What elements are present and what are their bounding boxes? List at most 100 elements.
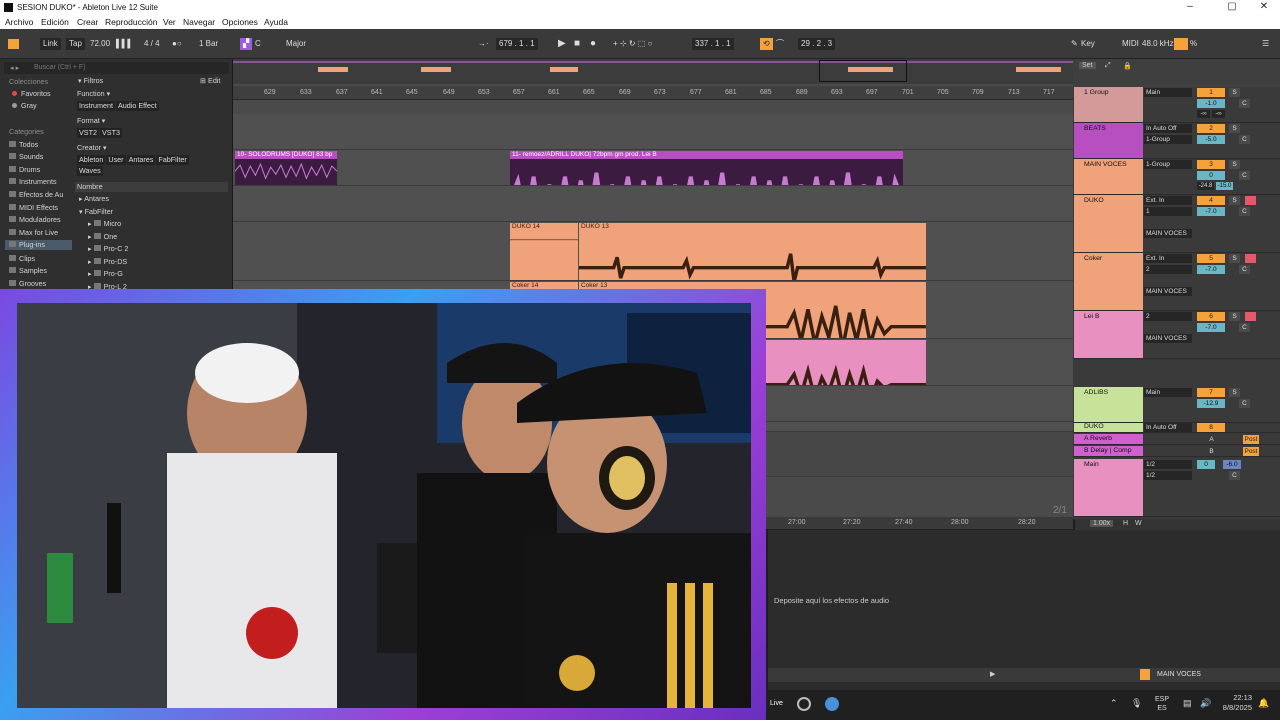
draw-mode-icon[interactable]: ✎ — [1071, 38, 1078, 50]
solo-button[interactable]: S — [1229, 254, 1240, 263]
category-instruments[interactable]: Instruments — [9, 177, 57, 187]
follow-icon[interactable]: →· — [478, 38, 489, 50]
loop-start-field[interactable]: 337 . 1 . 1 — [692, 38, 734, 50]
master-volume[interactable]: 0 — [1197, 460, 1215, 469]
track-name[interactable]: DUKO — [1074, 423, 1143, 432]
tree-antares[interactable]: ▸ Antares — [79, 194, 109, 204]
master-out-select[interactable]: 1/2 — [1144, 471, 1192, 480]
category-todos[interactable]: Todos — [9, 140, 38, 150]
maximize-icon[interactable]: ▢ — [1222, 1, 1242, 12]
output-select[interactable]: Main — [1144, 388, 1192, 397]
mixer-track-lei-b[interactable]: Lei B 2 MAIN VOCES 6 S -7.0 C — [1073, 311, 1280, 359]
mixer-track-1-group[interactable]: 1 Group Main 1 S -1.0 C -∞ -∞ — [1073, 87, 1280, 123]
mixer-return-b[interactable]: B Delay | Comp B Post — [1073, 446, 1280, 457]
tag-ableton[interactable]: Ableton — [77, 155, 106, 165]
clip-duko-14[interactable]: DUKO 14 — [510, 223, 578, 280]
solo-button[interactable]: S — [1229, 124, 1240, 133]
pan-field[interactable]: C — [1239, 135, 1250, 144]
track-activator[interactable]: 1 — [1197, 88, 1225, 97]
overview-strip[interactable] — [233, 59, 1073, 84]
menu-archivo[interactable]: Archivo — [5, 17, 33, 27]
track-name[interactable]: DUKO — [1074, 195, 1143, 252]
clip-duko-13[interactable]: DUKO 13 — [579, 223, 926, 280]
mixer-track-beats[interactable]: BEATS In Auto Off 1-Group 2 S -5.0 C — [1073, 123, 1280, 159]
key-map-button[interactable]: Key — [1081, 38, 1095, 50]
track-name[interactable]: 1 Group — [1074, 87, 1143, 122]
solo-button[interactable]: S — [1229, 196, 1240, 205]
expand-icon[interactable]: ⤢ — [1105, 62, 1111, 70]
minimize-icon[interactable]: – — [1180, 1, 1200, 12]
track-name[interactable]: A Reverb — [1074, 434, 1143, 444]
volume-field[interactable]: 0 — [1197, 171, 1225, 180]
tag-user[interactable]: User — [106, 155, 126, 165]
volume-field[interactable]: -12.9 — [1197, 399, 1225, 408]
obs-icon[interactable] — [797, 697, 811, 711]
track-activator[interactable]: 8 — [1197, 423, 1225, 432]
pan-field[interactable]: C — [1229, 471, 1240, 480]
tag-vst2[interactable]: VST2 — [77, 128, 99, 138]
menu-ayuda[interactable]: Ayuda — [264, 17, 288, 27]
category-samples[interactable]: Samples — [9, 266, 47, 276]
track-name[interactable]: MAIN VOCES — [1074, 159, 1143, 194]
notification-icon[interactable]: 🔔 — [1258, 698, 1269, 709]
filter-format-label[interactable]: Format ▾ — [77, 116, 105, 126]
track-name[interactable]: Main — [1074, 459, 1143, 516]
category-grooves[interactable]: Grooves — [9, 279, 46, 289]
metronome-icon[interactable]: ▌▌▌ — [116, 38, 133, 50]
tree-pro-c2[interactable]: ▸ Pro-C 2 — [88, 244, 128, 254]
name-column-header[interactable]: Nombre — [75, 182, 228, 192]
key-scale-select[interactable]: Major — [286, 38, 306, 50]
output-select[interactable]: MAIN VOCES — [1144, 229, 1192, 238]
category-sounds[interactable]: Sounds — [9, 152, 43, 162]
track-lane-duko[interactable]: DUKO 14 DUKO 13 — [233, 222, 1073, 281]
monitor-select[interactable]: In Auto Off — [1144, 124, 1192, 133]
solo-button[interactable]: S — [1229, 88, 1240, 97]
solo-button[interactable]: S — [1229, 388, 1240, 397]
output-select[interactable]: Main — [1144, 88, 1192, 97]
volume-field[interactable]: -1.0 — [1197, 99, 1225, 108]
output-select[interactable]: MAIN VOCES — [1144, 334, 1192, 343]
set-button[interactable]: Set — [1079, 62, 1096, 69]
category-clips[interactable]: Clips — [9, 254, 35, 264]
mixer-master-main[interactable]: Main 1/2 1/2 0 -6.0 C — [1073, 459, 1280, 517]
solo-button[interactable]: S — [1229, 160, 1240, 169]
track-name[interactable]: Lei B — [1074, 311, 1143, 358]
collection-gray[interactable]: Gray — [12, 101, 37, 111]
volume-field[interactable]: -7.0 — [1197, 207, 1225, 216]
tag-instrument[interactable]: Instrument — [77, 101, 115, 111]
close-icon[interactable]: ✕ — [1254, 1, 1274, 12]
category-audio-effects[interactable]: Efectos de Au — [9, 190, 63, 200]
mixer-return-a[interactable]: A Reverb A Post — [1073, 434, 1280, 445]
category-plug-ins[interactable]: Plug-ins — [5, 240, 72, 250]
record-mode-icon[interactable]: ●○ — [172, 38, 182, 50]
category-max-for-live[interactable]: Max for Live — [9, 228, 58, 238]
tree-pro-ds[interactable]: ▸ Pro-DS — [88, 257, 127, 267]
lock-icon[interactable]: 🔒 — [1123, 62, 1132, 70]
monitor-select[interactable]: In Auto Off — [1144, 423, 1192, 432]
tree-pro-g[interactable]: ▸ Pro-G — [88, 269, 123, 279]
time-signature[interactable]: 4 / 4 — [144, 38, 160, 50]
settings-app-icon[interactable] — [825, 697, 839, 711]
track-activator[interactable]: 2 — [1197, 124, 1225, 133]
input-type-select[interactable]: Ext. In — [1144, 254, 1192, 263]
midi-map-button[interactable]: MIDI — [1122, 38, 1139, 50]
play-icon[interactable]: ▶ — [558, 38, 566, 50]
tree-micro[interactable]: ▸ Micro — [88, 219, 121, 229]
filters-edit-button[interactable]: ⊞ Edit — [200, 76, 220, 86]
tag-antares[interactable]: Antares — [126, 155, 156, 165]
tree-one[interactable]: ▸ One — [88, 232, 117, 242]
loop-length-field[interactable]: 29 . 2 . 3 — [798, 38, 836, 50]
speaker-icon[interactable]: 🔊 — [1200, 698, 1211, 709]
input-type-select[interactable]: Ext. In — [1144, 196, 1192, 205]
record-icon[interactable]: ● — [590, 38, 596, 50]
pan-field[interactable]: C — [1239, 99, 1250, 108]
live-taskbar-item[interactable]: Live — [770, 700, 783, 707]
filters-toggle[interactable]: ▾ Filtros — [78, 76, 103, 86]
position-field[interactable]: 679 . 1 . 1 — [496, 38, 538, 50]
mixer-track-coker[interactable]: Coker Ext. In 2 MAIN VOCES 5 S -7.0 C — [1073, 253, 1280, 311]
tempo-field[interactable]: 72.00 — [90, 38, 110, 50]
track-name[interactable]: Coker — [1074, 253, 1143, 310]
category-midi-effects[interactable]: MIDI Effects — [9, 203, 58, 213]
track-lane-group[interactable] — [233, 114, 1073, 150]
browser-toggle-icon[interactable] — [8, 39, 19, 49]
